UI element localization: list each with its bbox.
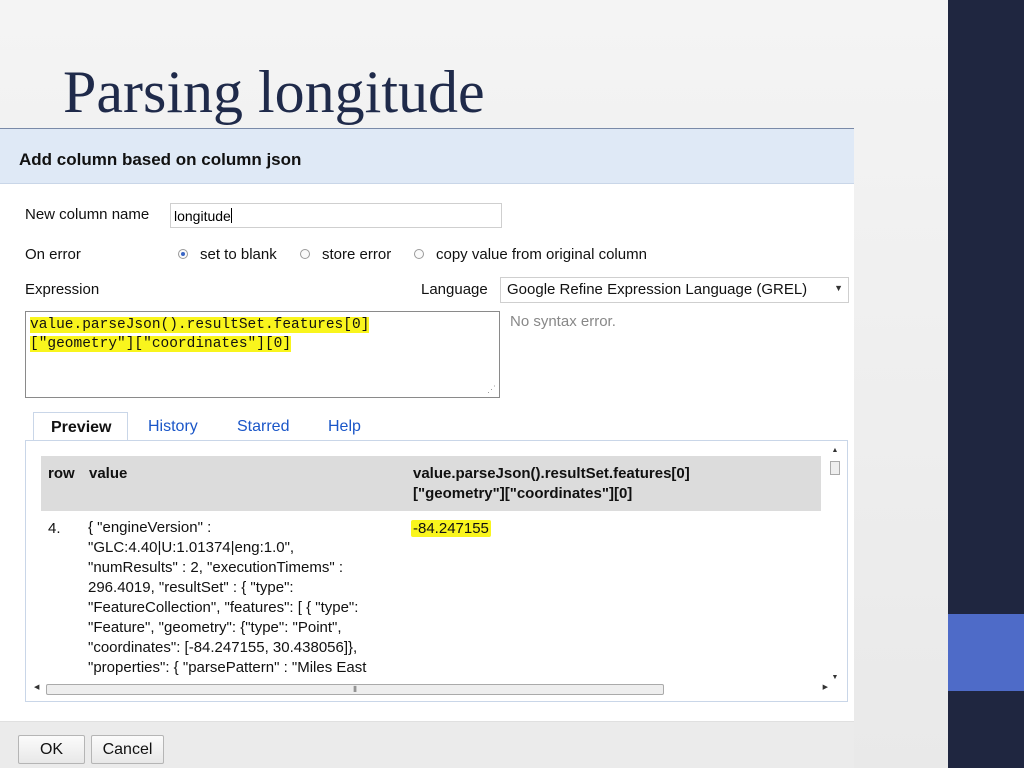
vertical-scroll-thumb[interactable] (830, 461, 840, 475)
language-select-value: Google Refine Expression Language (GREL) (507, 281, 808, 298)
scroll-up-icon[interactable]: ▲ (829, 447, 841, 454)
add-column-dialog: Add column based on column json New colu… (0, 128, 854, 768)
new-column-name-input[interactable]: longitude (170, 203, 502, 228)
col-value-header: value (89, 465, 128, 482)
preview-panel: row value value.parseJson().resultSet.fe… (25, 440, 848, 702)
vertical-scrollbar[interactable]: ▲ ▼ (829, 447, 841, 681)
language-select[interactable]: Google Refine Expression Language (GREL)… (500, 277, 849, 303)
col-result-header-line2: ["geometry"]["coordinates"][0] (413, 485, 633, 502)
value-line: "numResults" : 2, "executionTimems" : (88, 559, 343, 576)
slide-title: Parsing longitude (63, 59, 485, 125)
scroll-left-icon[interactable]: ◀ (34, 683, 39, 691)
scroll-right-icon[interactable]: ▶ (823, 683, 828, 691)
horizontal-scrollbar[interactable]: ◀ ⦀ ▶ (34, 683, 828, 695)
radio-copy-original[interactable] (414, 249, 424, 259)
horizontal-scroll-thumb[interactable]: ⦀ (46, 684, 664, 695)
value-line: "GLC:4.40|U:1.01374|eng:1.0", (88, 539, 295, 556)
cancel-button[interactable]: Cancel (91, 735, 164, 764)
col-row-header: row (48, 465, 75, 482)
dialog-header: Add column based on column json (0, 129, 854, 184)
on-error-label: On error (25, 246, 81, 263)
expression-textarea[interactable]: value.parseJson().resultSet.features[0] … (25, 311, 500, 398)
preview-table-header: row value value.parseJson().resultSet.fe… (41, 456, 821, 511)
dialog-footer: OK Cancel (0, 721, 854, 768)
chevron-down-icon: ▼ (834, 283, 843, 293)
radio-set-to-blank[interactable] (178, 249, 188, 259)
tab-starred[interactable]: Starred (237, 418, 289, 436)
tab-preview[interactable]: Preview (33, 412, 128, 441)
option-copy-original-label: copy value from original column (436, 246, 647, 263)
expression-line-1: value.parseJson().resultSet.features[0] (30, 317, 370, 333)
syntax-status: No syntax error. (510, 313, 616, 330)
new-column-label: New column name (25, 206, 150, 223)
option-set-to-blank-label: set to blank (200, 246, 277, 263)
row-number: 4. (48, 520, 61, 537)
result-cell: -84.247155 (411, 519, 491, 539)
expression-line-2: ["geometry"]["coordinates"][0] (30, 336, 292, 352)
language-label: Language (421, 281, 488, 298)
radio-store-error[interactable] (300, 249, 310, 259)
col-result-header-line1: value.parseJson().resultSet.features[0] (413, 465, 690, 482)
dialog-title: Add column based on column json (19, 150, 302, 169)
slide-sidebar-accent (948, 614, 1024, 691)
tab-help[interactable]: Help (328, 418, 361, 436)
option-store-error-label: store error (322, 246, 392, 263)
text-caret (230, 208, 232, 223)
expression-label: Expression (25, 281, 100, 298)
ok-button[interactable]: OK (18, 735, 85, 764)
tab-history[interactable]: History (148, 418, 198, 436)
new-column-value: longitude (174, 208, 231, 224)
value-line: "coordinates": [-84.247155, 30.438056]}, (88, 639, 358, 656)
value-line: "properties": { "parsePattern" : "Miles … (88, 659, 367, 676)
value-line: 296.4019, "resultSet" : { "type": (88, 579, 294, 596)
value-line: "Feature", "geometry": {"type": "Point", (88, 619, 342, 636)
value-line: "FeatureCollection", "features": [ { "ty… (88, 599, 359, 616)
resize-handle-icon[interactable]: ⋰ (487, 384, 496, 395)
result-value: -84.247155 (411, 520, 491, 537)
scroll-down-icon[interactable]: ▼ (829, 674, 841, 681)
value-line: { "engineVersion" : (88, 519, 212, 536)
